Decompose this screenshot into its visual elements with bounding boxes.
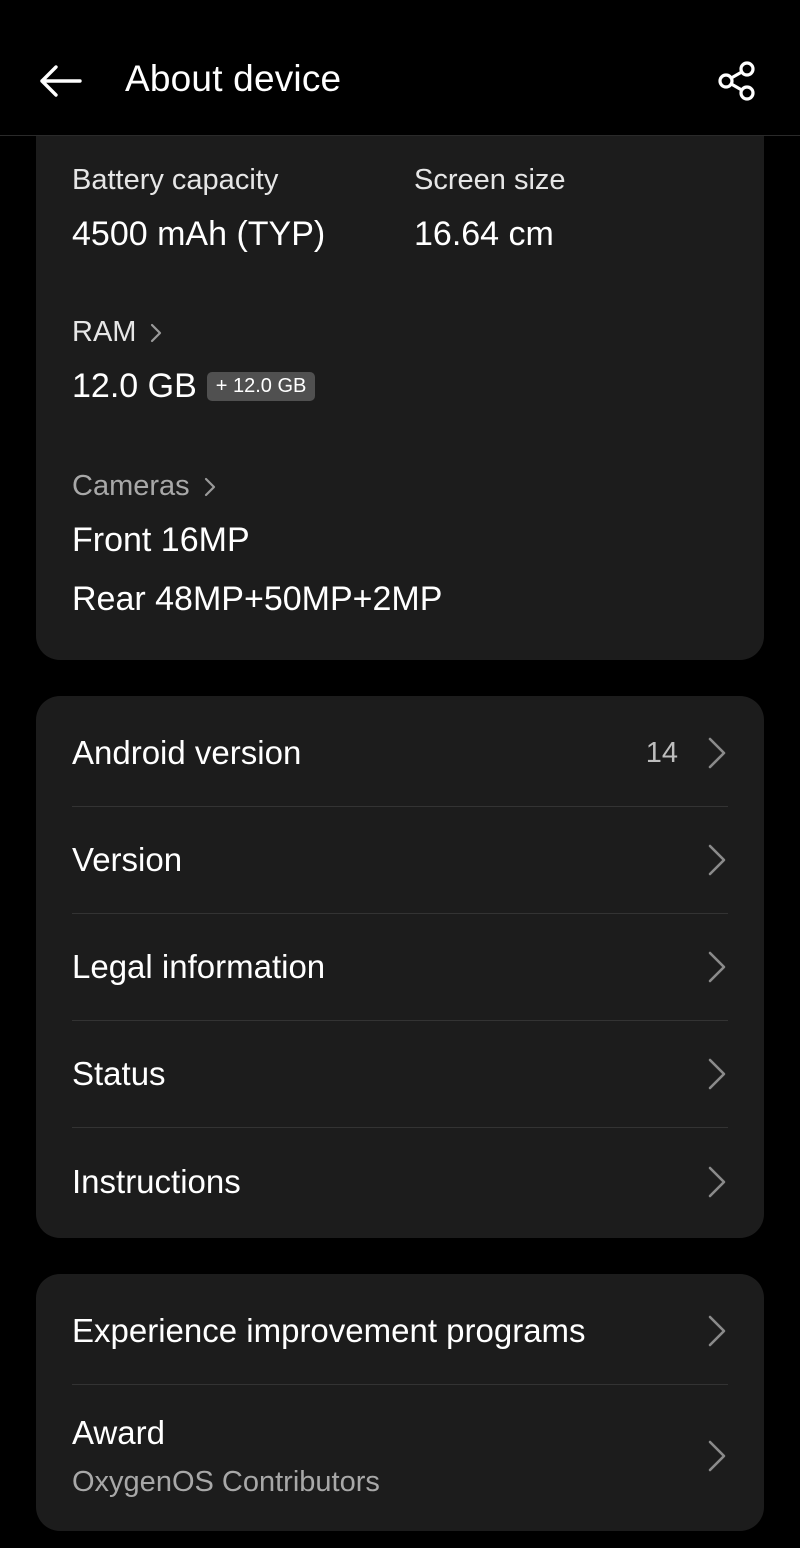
chevron-right-icon [706,1438,728,1474]
ram-expansion-badge: + 12.0 GB [206,372,316,401]
top-app-bar: About device [0,0,800,136]
chevron-right-icon [204,477,216,497]
experience-improvement-label: Experience improvement programs [72,1312,586,1349]
chevron-right-icon [150,323,162,343]
about-device-screen: About device Battery capacity 4500 mAh (… [0,0,800,1548]
android-version-value: 14 [645,736,678,769]
award-row[interactable]: Award OxygenOS Contributors [72,1386,728,1526]
chevron-right-icon [706,1056,728,1092]
ram-label: RAM [72,316,137,348]
front-camera-value: Front 16MP [72,521,250,559]
ram-item[interactable]: RAM 12.0 GB + 12.0 GB [72,316,316,406]
chevron-right-icon [706,1164,728,1200]
screen-size-item: Screen size 16.64 cm [414,164,566,254]
screen-size-label: Screen size [414,164,566,196]
experience-improvement-row[interactable]: Experience improvement programs [72,1278,728,1385]
status-label: Status [72,1055,166,1092]
instructions-row[interactable]: Instructions [72,1128,728,1235]
version-row[interactable]: Version [72,807,728,914]
arrow-left-icon [40,65,82,97]
share-icon [718,61,755,101]
chevron-right-icon [706,949,728,985]
legal-information-label: Legal information [72,948,326,985]
android-version-row[interactable]: Android version 14 [72,700,728,807]
cameras-label: Cameras [72,470,190,502]
award-subtitle: OxygenOS Contributors [72,1465,380,1498]
page-title: About device [125,58,342,99]
battery-capacity-label: Battery capacity [72,164,279,196]
award-label: Award [72,1413,165,1451]
version-label: Version [72,841,183,878]
system-info-card: Android version 14 Version Legal informa… [36,696,764,1238]
cameras-item[interactable]: Cameras Front 16MP Rear 48MP+50MP+2MP [72,470,442,619]
back-button[interactable] [30,56,90,106]
battery-capacity-item: Battery capacity 4500 mAh (TYP) [72,164,325,254]
status-row[interactable]: Status [72,1021,728,1128]
android-version-label: Android version [72,734,302,771]
ram-value: 12.0 GB [72,367,197,405]
chevron-right-icon [706,1313,728,1349]
chevron-right-icon [706,735,728,771]
legal-information-row[interactable]: Legal information [72,914,728,1021]
rear-camera-value: Rear 48MP+50MP+2MP [72,580,443,618]
chevron-right-icon [706,842,728,878]
programs-card: Experience improvement programs Award Ox… [36,1274,764,1531]
screen-size-value: 16.64 cm [414,215,554,253]
device-specs-card: Battery capacity 4500 mAh (TYP) Screen s… [36,110,764,660]
battery-capacity-value: 4500 mAh (TYP) [72,215,326,253]
instructions-label: Instructions [72,1162,241,1200]
share-button[interactable] [708,56,766,106]
